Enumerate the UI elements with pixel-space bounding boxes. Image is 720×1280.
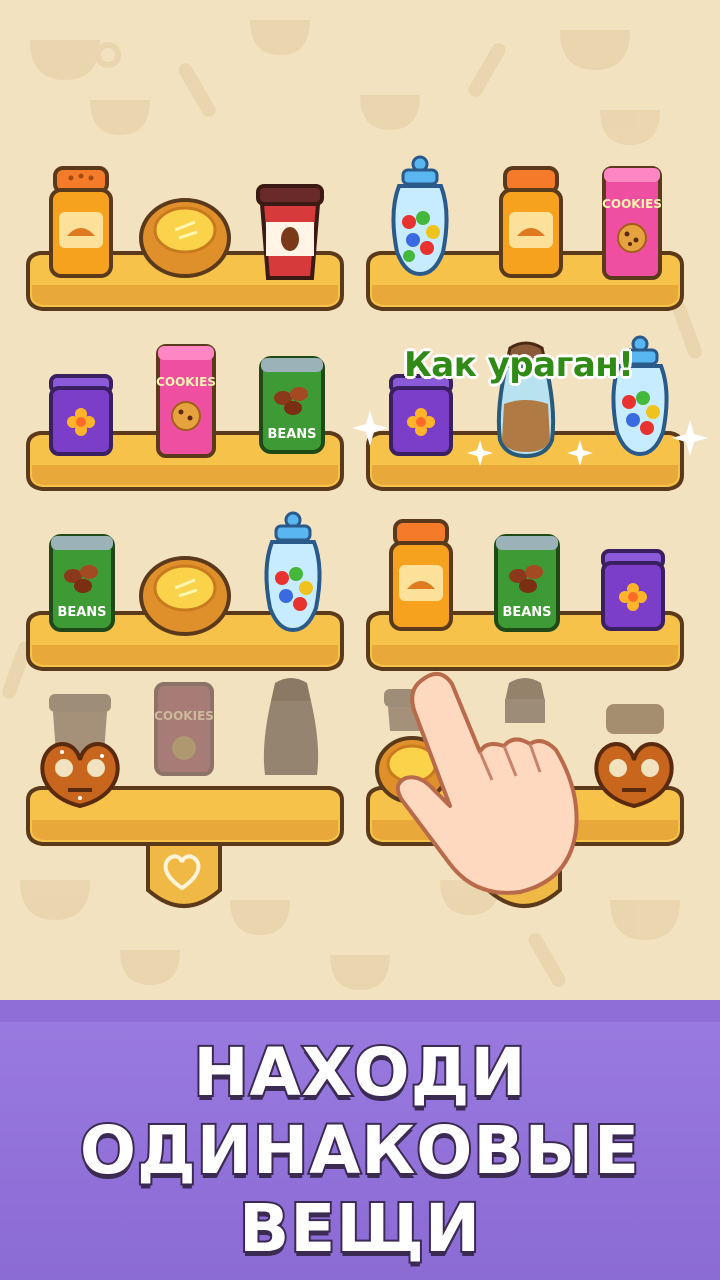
svg-text:BEANS: BEANS	[57, 605, 106, 620]
beans-can-item[interactable]: BEANS	[45, 530, 119, 636]
hand-pointer-icon	[395, 672, 579, 895]
lemon-pie-item[interactable]	[135, 548, 235, 638]
cookies-can-item[interactable]: COOKIES	[598, 162, 666, 284]
beans-can-item[interactable]: BEANS	[255, 352, 329, 458]
spice-jar-item[interactable]	[385, 515, 457, 635]
spice-jar-item[interactable]	[495, 162, 567, 282]
combo-popup-text: Как ураган!	[404, 345, 634, 385]
candy-jar-item[interactable]	[385, 152, 455, 282]
candy-jar-item[interactable]	[258, 508, 328, 638]
pretzel-item[interactable]	[32, 728, 128, 814]
svg-text:COOKIES: COOKIES	[156, 375, 216, 389]
game-board: COOKIES COOKIES BEANS Как ураган! BEANS …	[0, 0, 720, 1000]
svg-text:COOKIES: COOKIES	[154, 709, 214, 723]
cookies-can-dimmed-item: COOKIES	[154, 682, 214, 776]
headline-line-2: ОДИНАКОВЫЕ	[78, 1112, 641, 1189]
svg-text:BEANS: BEANS	[502, 605, 551, 620]
svg-text:BEANS: BEANS	[267, 427, 316, 442]
lemon-pie-item[interactable]	[135, 190, 235, 280]
flower-tin-item[interactable]	[45, 370, 117, 460]
headline-line-1: НАХОДИ	[191, 1034, 527, 1111]
sparkle-icon	[352, 410, 708, 466]
headline-line-3: ВЕЩИ	[237, 1190, 482, 1267]
coffee-cup-item[interactable]	[252, 180, 328, 284]
flower-tin-item[interactable]	[597, 545, 669, 635]
banner-stripe	[0, 1000, 720, 1022]
beans-can-item[interactable]: BEANS	[490, 530, 564, 636]
pepper-shaker-dimmed-item	[263, 678, 319, 775]
promo-banner: НАХОДИ ОДИНАКОВЫЕ ВЕЩИ	[0, 1000, 720, 1280]
cookies-can-item[interactable]: COOKIES	[152, 340, 220, 462]
svg-text:COOKIES: COOKIES	[602, 197, 662, 211]
spice-jar-item[interactable]	[45, 162, 117, 282]
heart-icon	[163, 854, 201, 891]
